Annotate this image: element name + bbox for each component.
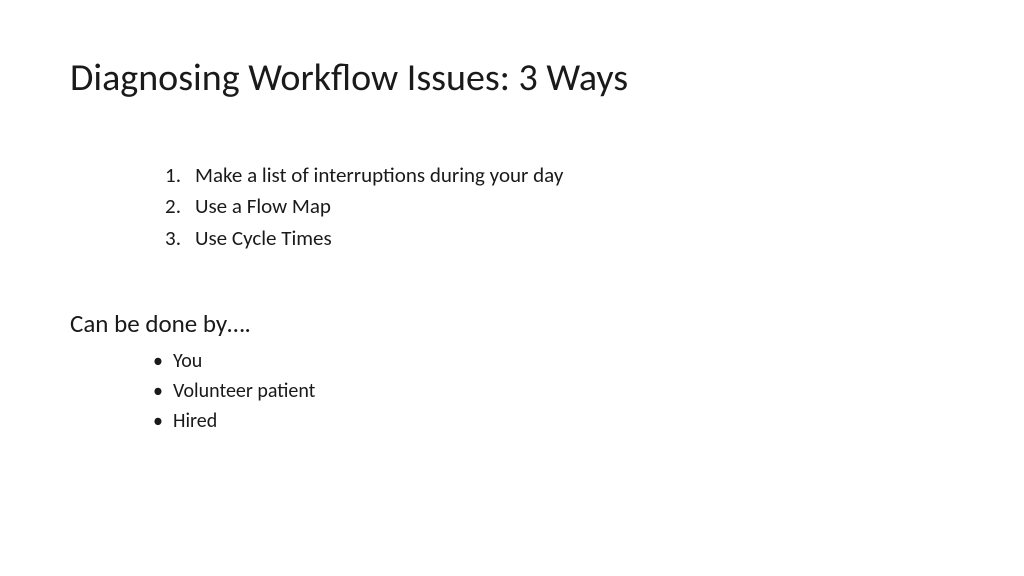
subheading: Can be done by…. bbox=[70, 308, 954, 339]
slide-title: Diagnosing Workflow Issues: 3 Ways bbox=[70, 55, 954, 101]
list-item-text: You bbox=[173, 349, 202, 373]
list-item: Volunteer patient bbox=[155, 377, 954, 406]
list-item: 3.Use Cycle Times bbox=[155, 224, 954, 253]
list-item-text: Use a Flow Map bbox=[195, 193, 331, 219]
list-item: Hired bbox=[155, 407, 954, 436]
list-item: 1.Make a list of interruptions during yo… bbox=[155, 161, 954, 190]
bullet-list: You Volunteer patient Hired bbox=[155, 347, 954, 436]
list-item: 2.Use a Flow Map bbox=[155, 192, 954, 221]
list-item-text: Volunteer patient bbox=[173, 379, 315, 403]
list-item-text: Hired bbox=[173, 409, 217, 433]
list-item-text: Use Cycle Times bbox=[195, 225, 332, 251]
list-item-text: Make a list of interruptions during your… bbox=[195, 162, 563, 188]
list-item: You bbox=[155, 347, 954, 376]
numbered-list: 1.Make a list of interruptions during yo… bbox=[155, 161, 954, 253]
